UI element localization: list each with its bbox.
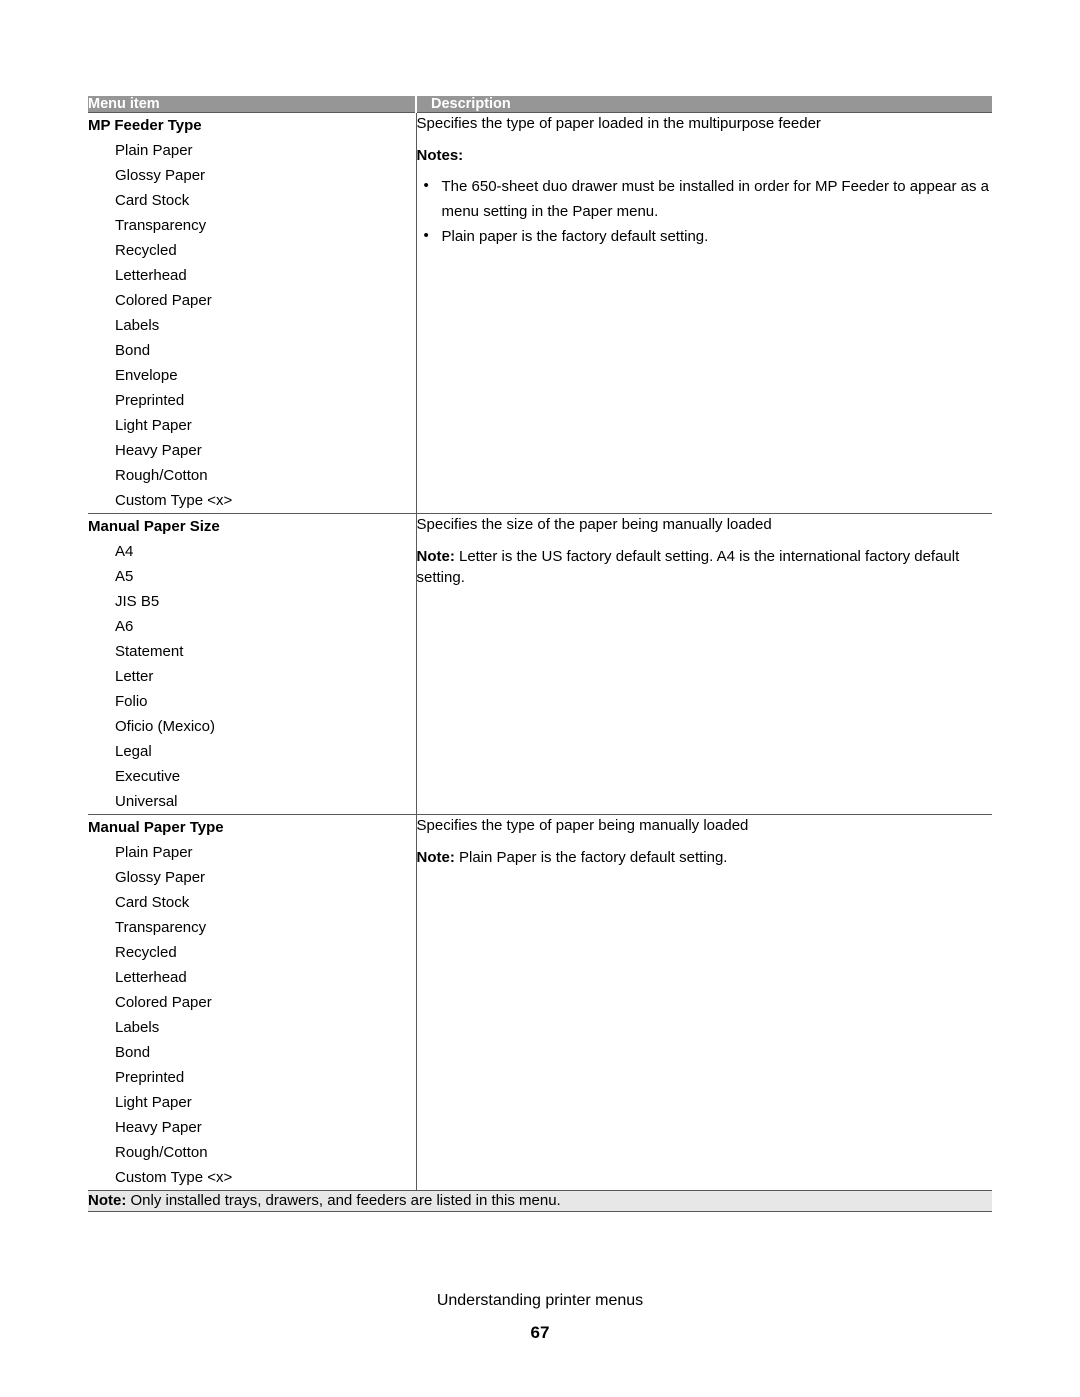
column-header-description: Description bbox=[415, 96, 992, 113]
menu-option-list: Plain Paper Glossy Paper Card Stock Tran… bbox=[88, 840, 416, 1190]
list-item: Recycled bbox=[115, 242, 177, 259]
note-label: Note: bbox=[416, 849, 455, 866]
list-item: Preprinted bbox=[115, 392, 185, 409]
list-item: Folio bbox=[115, 693, 148, 710]
list-item: Colored Paper bbox=[115, 292, 212, 309]
footnote-label: Note: bbox=[88, 1192, 127, 1209]
table-body: MP Feeder Type Plain Paper Glossy Paper … bbox=[88, 112, 992, 1212]
list-item: Custom Type <x> bbox=[115, 492, 233, 509]
table-row: MP Feeder Type Plain Paper Glossy Paper … bbox=[88, 112, 992, 514]
list-item: Colored Paper bbox=[115, 994, 212, 1011]
list-item: Plain Paper bbox=[115, 142, 193, 159]
list-item: Universal bbox=[115, 793, 178, 810]
list-item: Bond bbox=[115, 342, 151, 359]
table-row: Manual Paper Size A4 A5 JIS B5 A6 Statem… bbox=[88, 513, 992, 815]
description-summary: Specifies the size of the paper being ma… bbox=[416, 516, 772, 533]
note-text: Letter is the US factory default setting… bbox=[416, 548, 960, 586]
menu-item-title: Manual Paper Size bbox=[88, 518, 220, 535]
page-footer: Understanding printer menus 67 bbox=[0, 1290, 1080, 1345]
menu-option-list: Plain Paper Glossy Paper Card Stock Tran… bbox=[88, 138, 416, 513]
list-item: Rough/Cotton bbox=[115, 467, 208, 484]
note-text: Plain Paper is the factory default setti… bbox=[454, 849, 728, 866]
table-header-row: Menu item Description bbox=[88, 96, 992, 113]
table-header: Menu item Description bbox=[88, 96, 992, 113]
list-item: A4 bbox=[115, 543, 134, 560]
note-bullet: Plain paper is the factory default setti… bbox=[417, 224, 993, 250]
list-item: Heavy Paper bbox=[115, 1119, 202, 1136]
list-item: Executive bbox=[115, 768, 181, 785]
list-item: Plain Paper bbox=[115, 844, 193, 861]
list-item: Bond bbox=[115, 1044, 151, 1061]
note-bullet: The 650-sheet duo drawer must be install… bbox=[417, 174, 993, 224]
note-label: Note: bbox=[416, 548, 455, 565]
description-cell: Specifies the type of paper loaded in th… bbox=[416, 113, 992, 514]
list-item: Glossy Paper bbox=[115, 869, 206, 886]
document-page: Menu item Description MP Feeder Type Pla… bbox=[0, 0, 1080, 1397]
list-item: Oficio (Mexico) bbox=[115, 718, 216, 735]
list-item: Legal bbox=[115, 743, 152, 760]
list-item: Letterhead bbox=[115, 969, 187, 986]
list-item: Light Paper bbox=[115, 417, 192, 434]
table-row: Manual Paper Type Plain Paper Glossy Pap… bbox=[88, 814, 992, 1191]
menu-item-cell: Manual Paper Size A4 A5 JIS B5 A6 Statem… bbox=[88, 513, 417, 815]
column-header-menu-item: Menu item bbox=[88, 96, 416, 113]
notes-bullet-list: The 650-sheet duo drawer must be install… bbox=[417, 174, 993, 250]
footer-section-title: Understanding printer menus bbox=[436, 1292, 644, 1309]
list-item: Labels bbox=[115, 1019, 160, 1036]
menu-item-title: MP Feeder Type bbox=[88, 117, 202, 134]
table-footnote-row: Note: Only installed trays, drawers, and… bbox=[88, 1190, 992, 1212]
list-item: Light Paper bbox=[115, 1094, 192, 1111]
description-note: Note: Plain Paper is the factory default… bbox=[417, 847, 993, 868]
list-item: A5 bbox=[115, 568, 134, 585]
notes-label: Notes: bbox=[416, 147, 464, 164]
list-item: Custom Type <x> bbox=[115, 1169, 233, 1186]
menu-item-cell: MP Feeder Type Plain Paper Glossy Paper … bbox=[88, 112, 417, 514]
list-item: Letterhead bbox=[115, 267, 187, 284]
description-cell: Specifies the size of the paper being ma… bbox=[416, 514, 992, 815]
list-item: Transparency bbox=[115, 919, 207, 936]
description-summary: Specifies the type of paper being manual… bbox=[416, 817, 749, 834]
list-item: Rough/Cotton bbox=[115, 1144, 208, 1161]
menu-option-list: A4 A5 JIS B5 A6 Statement Letter Folio O… bbox=[88, 539, 416, 814]
footer-page-number: 67 bbox=[530, 1323, 550, 1342]
footnote-text: Only installed trays, drawers, and feede… bbox=[126, 1192, 561, 1209]
list-item: Recycled bbox=[115, 944, 177, 961]
list-item: A6 bbox=[115, 618, 134, 635]
list-item: JIS B5 bbox=[115, 593, 160, 610]
list-item: Card Stock bbox=[115, 894, 190, 911]
list-item: Heavy Paper bbox=[115, 442, 202, 459]
list-item: Preprinted bbox=[115, 1069, 185, 1086]
list-item: Card Stock bbox=[115, 192, 190, 209]
list-item: Statement bbox=[115, 643, 184, 660]
table-footnote-cell: Note: Only installed trays, drawers, and… bbox=[88, 1190, 992, 1212]
list-item: Envelope bbox=[115, 367, 178, 384]
description-cell: Specifies the type of paper being manual… bbox=[416, 815, 992, 1191]
menu-item-cell: Manual Paper Type Plain Paper Glossy Pap… bbox=[88, 814, 417, 1191]
list-item: Labels bbox=[115, 317, 160, 334]
description-summary: Specifies the type of paper loaded in th… bbox=[416, 115, 821, 132]
list-item: Transparency bbox=[115, 217, 207, 234]
printer-menu-table: Menu item Description MP Feeder Type Pla… bbox=[88, 96, 992, 1212]
menu-item-title: Manual Paper Type bbox=[88, 819, 224, 836]
description-note: Note: Letter is the US factory default s… bbox=[417, 546, 993, 588]
list-item: Glossy Paper bbox=[115, 167, 206, 184]
list-item: Letter bbox=[115, 668, 154, 685]
